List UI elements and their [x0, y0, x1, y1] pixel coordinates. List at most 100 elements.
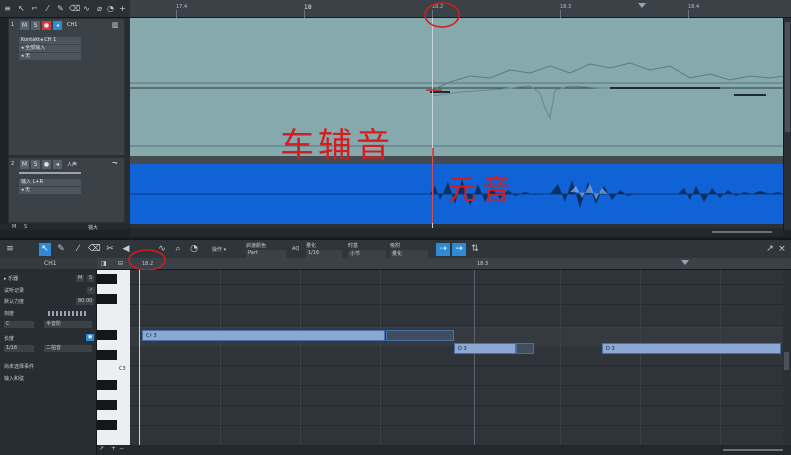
menu-icon[interactable]: ≡ [4, 243, 16, 256]
record-button[interactable]: ● [42, 160, 51, 169]
editor-horizontal-scrollbar[interactable]: ↗ + − [97, 445, 791, 455]
close-icon[interactable]: × [776, 243, 788, 256]
scroll-thumb[interactable] [785, 22, 790, 132]
ruler-label: 18 [304, 4, 312, 11]
zoom-fit-icon[interactable]: ⇅ [469, 243, 481, 256]
midi-note[interactable]: C♯ 3 [142, 330, 385, 341]
arrow-tool-icon[interactable]: ↖ [39, 243, 51, 256]
bend-tool-icon[interactable]: ∿ [82, 4, 91, 14]
track-name[interactable]: 人声 [67, 161, 77, 168]
ruler-option-icon[interactable]: ◨ [101, 260, 107, 267]
action-menu[interactable]: 操作 ▾ [212, 246, 226, 258]
default-velocity-value[interactable]: 80.00 [76, 298, 95, 305]
arrange-vertical-scrollbar[interactable] [783, 18, 791, 230]
mute-button[interactable]: M [20, 160, 29, 169]
footer-mute-button[interactable]: M [12, 224, 16, 230]
eraser-tool-icon[interactable]: ⌫ [69, 4, 80, 14]
timeline-ruler[interactable]: 17.4 18 18.2 18.3 18.4 [130, 0, 791, 18]
editor-toolbar: ≡ ↖ ✎ ⁄ ⌫ ✂ ◀ ∿ ⌕ ◔ 操作 ▾ 启速颜色 Part AQ 量化… [0, 238, 791, 262]
output-select[interactable]: ◂ 无 [19, 187, 81, 194]
monitor-button[interactable]: ◂ [53, 21, 62, 30]
zoom-slider[interactable] [712, 231, 772, 233]
ruler-label: 17.4 [176, 4, 188, 10]
black-key[interactable] [97, 400, 117, 410]
pencil-tool-icon[interactable]: ✎ [56, 4, 65, 14]
midi-note[interactable]: D 3 [454, 343, 516, 354]
listen-tool-icon[interactable]: ◔ [106, 4, 115, 14]
arrange-view[interactable]: 车辅音 元音 [130, 2, 784, 230]
volume-fader[interactable] [19, 172, 81, 174]
loop-end-marker[interactable] [681, 260, 689, 265]
solo-button[interactable]: S [31, 21, 40, 30]
grid-row [130, 284, 783, 285]
add-lane-icon[interactable]: + [111, 445, 116, 452]
length-select[interactable]: 1/16 [4, 345, 34, 352]
note-tail [386, 330, 454, 341]
velocity-icon[interactable]: ↗ [99, 445, 104, 452]
inspector-title: CH1 [44, 260, 57, 267]
monitor-button[interactable]: ◂ [53, 160, 62, 169]
mode-select[interactable]: 半音阶 [44, 321, 92, 328]
pencil-tool-icon[interactable]: ✎ [55, 243, 67, 256]
track-header-ch1[interactable]: 1 M S ● ◂ CH1 ▥ Kontakt◂ CH 1 ◂ 全部输入 ◂ 无 [8, 18, 125, 156]
track-header-vocal[interactable]: 2 M S ● ◂ 人声 ⏦ 输入 L+R ◂ 无 [8, 157, 125, 223]
record-button[interactable]: ● [42, 21, 51, 30]
track-name[interactable]: CH1 [67, 22, 77, 28]
paint-tool-icon[interactable]: ⁄ [72, 243, 84, 256]
output-select[interactable]: ◂ 无 [19, 53, 81, 60]
expand-icon[interactable]: ↗ [764, 243, 776, 256]
list-icon[interactable]: ≡ [3, 4, 12, 14]
remove-lane-icon[interactable]: − [119, 445, 124, 452]
solo-button[interactable]: S [31, 160, 40, 169]
add-track-icon[interactable]: + [118, 4, 127, 14]
ruler-tick [688, 10, 689, 18]
piano-roll-grid[interactable]: C♯ 3 D 3 D 3 [130, 270, 783, 445]
mute-tool-icon[interactable]: ⌀ [95, 4, 104, 14]
arrange-horizontal-scrollbar[interactable] [130, 228, 783, 236]
key-select[interactable]: C [4, 321, 34, 328]
black-key[interactable] [97, 350, 117, 360]
playhead[interactable] [139, 270, 140, 445]
instrument-select[interactable]: Kontakt◂ CH 1 [19, 37, 81, 44]
loop-end-marker[interactable] [638, 3, 646, 8]
ruler-tick [432, 10, 433, 18]
input-select[interactable]: 输入 L+R [19, 179, 81, 186]
split-tool-icon[interactable]: ⁄ [43, 4, 52, 14]
zoom-slider[interactable] [723, 449, 783, 451]
eraser-tool-icon[interactable]: ⌫ [88, 243, 101, 256]
track-number: 2 [11, 161, 15, 167]
track-list: 1 M S ● ◂ CH1 ▥ Kontakt◂ CH 1 ◂ 全部输入 ◂ 无… [0, 18, 130, 231]
input-select[interactable]: ◂ 全部输入 [19, 45, 81, 52]
listen-tool-icon[interactable]: ◔ [188, 243, 200, 256]
black-key[interactable] [97, 380, 117, 390]
snap-toggle-icon[interactable]: ⇢ [436, 243, 450, 256]
record-audition-checkbox[interactable]: ✓ [87, 287, 96, 294]
black-key[interactable] [97, 294, 117, 304]
editor-ruler[interactable]: ◨ ⊟ 18.2 18.3 [97, 249, 791, 271]
scroll-thumb[interactable] [784, 352, 789, 370]
piano-keyboard[interactable]: C3 [97, 270, 130, 445]
ruler-option-icon[interactable]: ⊟ [118, 260, 123, 267]
black-key[interactable] [97, 274, 117, 284]
mute-button[interactable]: M [20, 21, 29, 30]
instrument-keys-icon[interactable]: ▥ [112, 21, 119, 29]
inspector-solo-button[interactable]: S [87, 275, 95, 282]
black-key[interactable] [97, 420, 117, 430]
inspector-mute-button[interactable]: M [76, 275, 85, 282]
aq-button[interactable]: AQ [292, 246, 299, 258]
range-tool-icon[interactable]: ⌐ [30, 4, 39, 14]
follow-icon[interactable]: → [452, 243, 466, 256]
editor-vertical-scrollbar[interactable] [783, 270, 791, 445]
length-toggle-icon[interactable]: ◉ [86, 334, 95, 341]
input-chord-label: 输入和弦 [4, 376, 25, 382]
midi-note[interactable]: D 3 [602, 343, 781, 354]
scale-label: 刻度 [4, 311, 15, 317]
black-key[interactable] [97, 330, 117, 340]
length-mode-select[interactable]: 二拍音 [44, 345, 92, 352]
footer-solo-button[interactable]: S [24, 224, 27, 230]
split-tool-icon[interactable]: ✂ [104, 243, 116, 256]
grid-column [300, 270, 301, 445]
scale-keyboard[interactable] [48, 311, 86, 316]
track-color-strip [0, 18, 8, 156]
pointer-tool-icon[interactable]: ↖ [17, 4, 26, 14]
